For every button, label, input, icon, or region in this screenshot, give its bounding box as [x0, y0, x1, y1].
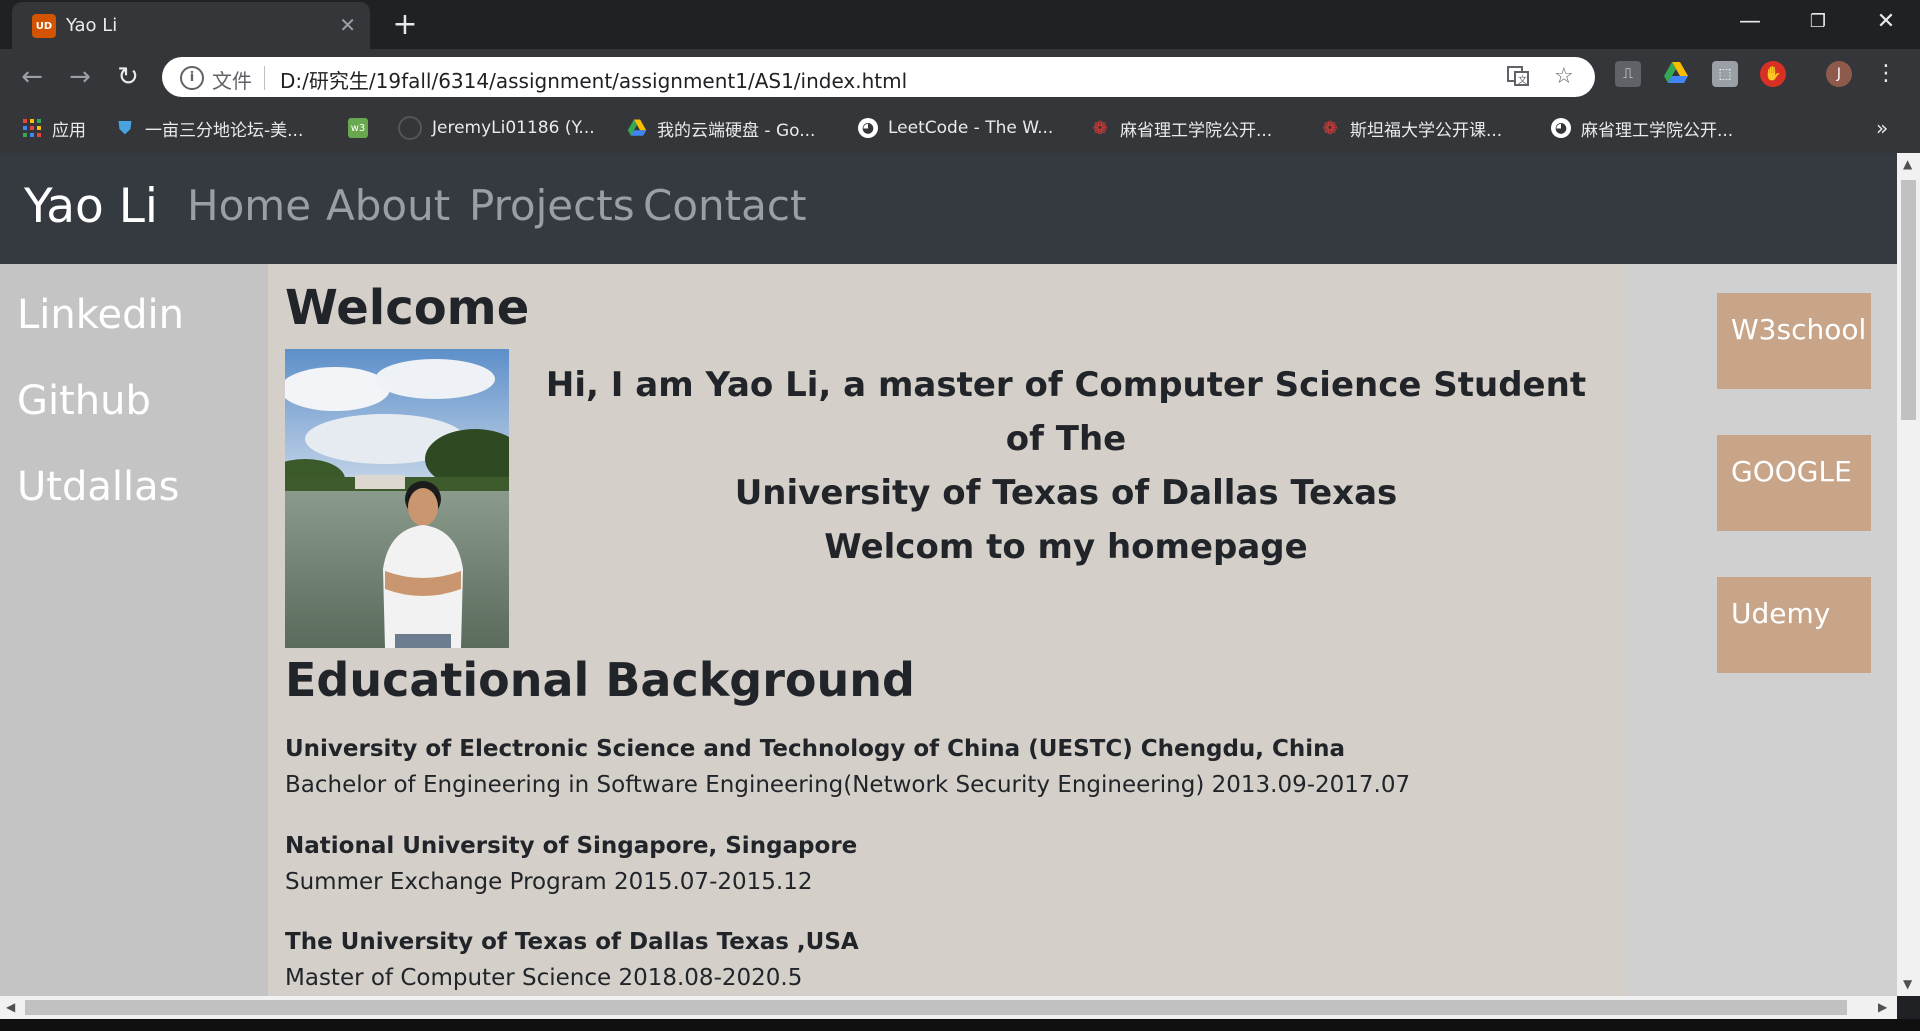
bookmark-star-icon[interactable]: ☆	[1554, 64, 1574, 89]
browser-chrome: UD Yao Li ✕ + — ❐ ✕ ← → ↻ i 文件 D:/研究生/19…	[0, 0, 1920, 154]
vertical-scroll-thumb[interactable]	[1901, 180, 1916, 420]
info-icon[interactable]: i	[180, 66, 204, 90]
link-box-google[interactable]: GOOGLE	[1717, 435, 1871, 531]
intro-text: Hi, I am Yao Li, a master of Computer Sc…	[536, 358, 1596, 574]
bookmark-label: 斯坦福大学公开课...	[1350, 120, 1503, 141]
apps-grid-icon	[22, 118, 42, 138]
education-detail: Master of Computer Science 2018.08-2020.…	[285, 965, 803, 991]
scheme-label: 文件	[212, 69, 252, 93]
sidebar-link-linkedin[interactable]: Linkedin	[17, 292, 184, 338]
pdf-extension-icon[interactable]: ⎍	[1615, 61, 1641, 87]
intro-line-2: University of Texas of Dallas Texas	[734, 473, 1398, 513]
forum-icon: ⛊	[118, 117, 132, 139]
bookmark-label: 麻省理工学院公开...	[1120, 120, 1273, 141]
bookmark-label: 麻省理工学院公开...	[1581, 120, 1734, 141]
new-tab-button[interactable]: +	[385, 8, 425, 42]
horizontal-scrollbar[interactable]: ◀ ▶	[0, 996, 1897, 1019]
bookmark-w3[interactable]: w3	[348, 115, 378, 141]
bookmarks-overflow-button[interactable]: »	[1876, 115, 1888, 141]
education-school: National University of Singapore, Singap…	[285, 833, 858, 859]
translate-icon[interactable]: 文	[1506, 64, 1530, 94]
sidebar-link-github[interactable]: Github	[17, 378, 151, 424]
bookmark-google-drive[interactable]: 我的云端硬盘 - Go...	[627, 115, 815, 141]
site-brand[interactable]: Yao Li	[24, 179, 158, 234]
nav-link-contact[interactable]: Contact	[643, 181, 806, 230]
right-sidebar: W3school GOOGLE Udemy	[1626, 264, 1897, 996]
education-detail: Summer Exchange Program 2015.07-2015.12	[285, 869, 813, 895]
sidebar-link-utdallas[interactable]: Utdallas	[17, 464, 179, 510]
main-content: Welcome Hi, I am Yao Li, a master of Com…	[268, 264, 1626, 996]
bookmark-label: 应用	[52, 120, 86, 141]
intro-line-3: Welcom to my homepage	[824, 527, 1308, 567]
netease-icon: ❁	[1322, 117, 1338, 139]
bookmark-label: LeetCode - The W...	[888, 118, 1054, 138]
extension-icon[interactable]: ⬚	[1712, 61, 1738, 87]
scroll-left-arrow-icon[interactable]: ◀	[6, 1000, 15, 1014]
profile-avatar[interactable]: J	[1826, 61, 1852, 87]
restore-button[interactable]: ❐	[1784, 0, 1852, 44]
nav-link-home[interactable]: Home	[187, 181, 311, 230]
menu-kebab-icon[interactable]: ⋮	[1873, 61, 1899, 87]
welcome-heading: Welcome	[285, 280, 530, 336]
education-detail: Bachelor of Engineering in Software Engi…	[285, 772, 1411, 798]
bookmark-label: 我的云端硬盘 - Go...	[657, 120, 816, 141]
tab-favicon-icon: UD	[32, 14, 56, 38]
bookmarks-bar: 应用 ⛊ 一亩三分地论坛-美... w3 JeremyLi01186 (Y...…	[0, 105, 1920, 154]
left-sidebar: Linkedin Github Utdallas	[0, 264, 268, 996]
bookmark-leetcode[interactable]: ◕ LeetCode - The W...	[858, 115, 1053, 141]
tab-title: Yao Li	[66, 15, 118, 36]
bookmark-mit-open-course-2[interactable]: ◕ 麻省理工学院公开...	[1551, 115, 1733, 141]
globe-icon: ◕	[858, 118, 878, 138]
url-text[interactable]: D:/研究生/19fall/6314/assignment/assignment…	[280, 65, 907, 94]
forward-arrow-icon[interactable]: →	[62, 59, 98, 95]
os-taskbar	[0, 1019, 1920, 1031]
drive-extension-icon[interactable]	[1663, 61, 1689, 87]
link-box-udemy[interactable]: Udemy	[1717, 577, 1871, 673]
w3-icon: w3	[348, 118, 368, 138]
browser-toolbar: ← → ↻ i 文件 D:/研究生/19fall/6314/assignment…	[0, 49, 1920, 105]
vertical-scrollbar[interactable]: ▲ ▼	[1897, 153, 1920, 996]
reload-icon[interactable]: ↻	[110, 59, 146, 95]
address-bar[interactable]: i 文件 D:/研究生/19fall/6314/assignment/assig…	[162, 57, 1595, 97]
profile-photo	[285, 349, 509, 648]
bookmark-github[interactable]: JeremyLi01186 (Y...	[398, 115, 595, 141]
nav-link-projects[interactable]: Projects	[469, 181, 635, 230]
netease-icon: ❁	[1092, 117, 1108, 139]
education-school: University of Electronic Science and Tec…	[285, 736, 1346, 762]
intro-line-1: Hi, I am Yao Li, a master of Computer Sc…	[545, 365, 1587, 459]
tab-strip: UD Yao Li ✕ + — ❐ ✕	[0, 0, 1920, 49]
browser-tab[interactable]: UD Yao Li ✕	[12, 2, 370, 49]
drive-icon	[627, 118, 647, 138]
link-box-w3school[interactable]: W3school	[1717, 293, 1871, 389]
scroll-right-arrow-icon[interactable]: ▶	[1878, 1000, 1887, 1014]
scroll-down-arrow-icon[interactable]: ▼	[1903, 977, 1912, 991]
page-viewport: Yao Li Home About Projects Contact Linke…	[0, 153, 1897, 996]
site-navbar: Yao Li Home About Projects Contact	[0, 153, 1897, 264]
svg-text:文: 文	[1518, 74, 1527, 86]
bookmark-label: 一亩三分地论坛-美...	[145, 120, 304, 141]
horizontal-scroll-thumb[interactable]	[25, 1000, 1847, 1015]
omnibox-divider	[264, 66, 265, 90]
minimize-button[interactable]: —	[1716, 0, 1784, 44]
bookmark-stanford-open-course[interactable]: ❁ 斯坦福大学公开课...	[1320, 115, 1502, 141]
nav-link-about[interactable]: About	[326, 181, 450, 230]
github-icon	[398, 116, 422, 140]
close-window-button[interactable]: ✕	[1852, 0, 1920, 44]
adblock-extension-icon[interactable]: ✋	[1760, 61, 1786, 87]
globe-icon: ◕	[1551, 118, 1571, 138]
back-arrow-icon[interactable]: ←	[14, 59, 50, 95]
bookmark-1point3acres[interactable]: ⛊ 一亩三分地论坛-美...	[115, 115, 303, 141]
scroll-up-arrow-icon[interactable]: ▲	[1903, 157, 1912, 171]
tab-close-icon[interactable]: ✕	[339, 13, 356, 37]
bookmark-mit-open-course[interactable]: ❁ 麻省理工学院公开...	[1090, 115, 1272, 141]
bookmark-apps[interactable]: 应用	[22, 115, 86, 141]
education-heading: Educational Background	[285, 653, 915, 707]
bookmark-label: JeremyLi01186 (Y...	[432, 118, 595, 138]
education-school: The University of Texas of Dallas Texas …	[285, 929, 859, 955]
